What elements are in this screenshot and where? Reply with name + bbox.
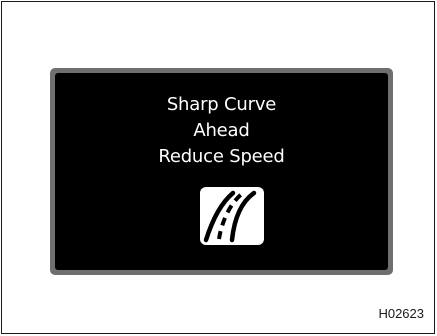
sharp-curve-road-icon xyxy=(200,187,264,245)
figure-frame: Sharp Curve Ahead Reduce Speed H02623 xyxy=(1,1,435,334)
message-line-3: Reduce Speed xyxy=(158,146,285,167)
message-line-1: Sharp Curve xyxy=(166,94,277,115)
message-line-2: Ahead xyxy=(193,120,250,141)
figure-code: H02623 xyxy=(378,306,424,321)
display-bezel: Sharp Curve Ahead Reduce Speed xyxy=(50,68,393,275)
display-screen: Sharp Curve Ahead Reduce Speed xyxy=(55,73,388,270)
